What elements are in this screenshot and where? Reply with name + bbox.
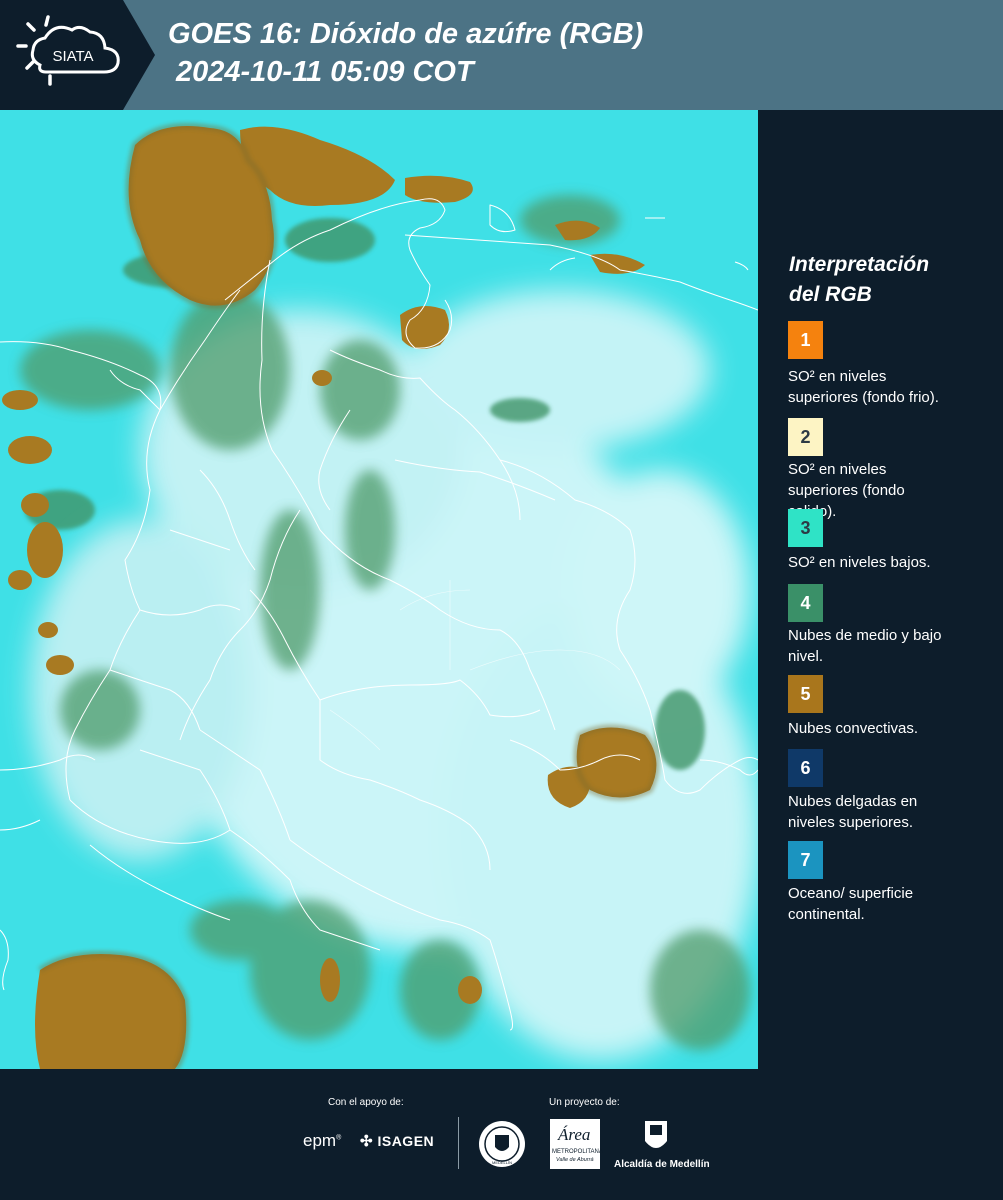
header-bar: SIATA GOES 16: Dióxido de azúfre (RGB) 2… — [0, 0, 1003, 110]
page-title: GOES 16: Dióxido de azúfre (RGB) — [168, 18, 644, 50]
legend-swatch-3: 3 — [788, 509, 823, 547]
support-label: Con el apoyo de: — [328, 1097, 404, 1108]
map-canvas — [0, 110, 758, 1069]
legend-swatch-6: 6 — [788, 749, 823, 787]
area-metropolitana-logo: Área METROPOLITANA Valle de Aburrá — [550, 1119, 603, 1169]
legend-label-6: Nubes delgadas en niveles superiores. — [788, 793, 918, 831]
legend-title: Interpretación del RGB — [789, 253, 930, 306]
legend-swatch-7: 7 — [788, 841, 823, 879]
legend-swatch-4: 4 — [788, 584, 823, 622]
isagen-logo: ✣ ISAGEN — [360, 1133, 435, 1150]
alcaldia-text: Alcaldía de Medellín — [614, 1159, 710, 1170]
legend-label-3: SO² en niveles bajos. — [788, 554, 931, 571]
rgb-legend: Interpretación del RGB 1 SO² en niveles s… — [758, 110, 1003, 1069]
svg-text:SIATA: SIATA — [52, 48, 93, 65]
footer: Con el apoyo de: Un proyecto de: epm® ✣ … — [0, 1069, 1003, 1200]
legend-label-4: Nubes de medio y bajo nivel. — [788, 627, 942, 665]
satellite-map — [0, 110, 758, 1069]
footer-divider — [458, 1117, 459, 1169]
project-label: Un proyecto de: — [549, 1097, 620, 1108]
medellin-seal-logo: MEDELLÍN — [479, 1121, 525, 1167]
epm-logo: epm® — [303, 1131, 342, 1150]
legend-label-5: Nubes convectivas. — [788, 720, 919, 737]
legend-swatch-2: 2 — [788, 418, 823, 456]
svg-text:MEDELLÍN: MEDELLÍN — [492, 1160, 512, 1165]
legend-swatch-5: 5 — [788, 675, 823, 713]
page-timestamp: 2024-10-11 05:09 COT — [176, 56, 474, 88]
legend-label-1: SO² en niveles superiores (fondo frio). — [788, 368, 939, 406]
legend-label-7: Oceano/ superficie continental. — [788, 885, 914, 923]
legend-swatch-1: 1 — [788, 321, 823, 359]
isagen-icon: ✣ — [360, 1133, 374, 1150]
alcaldia-shield-logo — [645, 1121, 667, 1148]
siata-logo: SIATA — [0, 0, 155, 110]
